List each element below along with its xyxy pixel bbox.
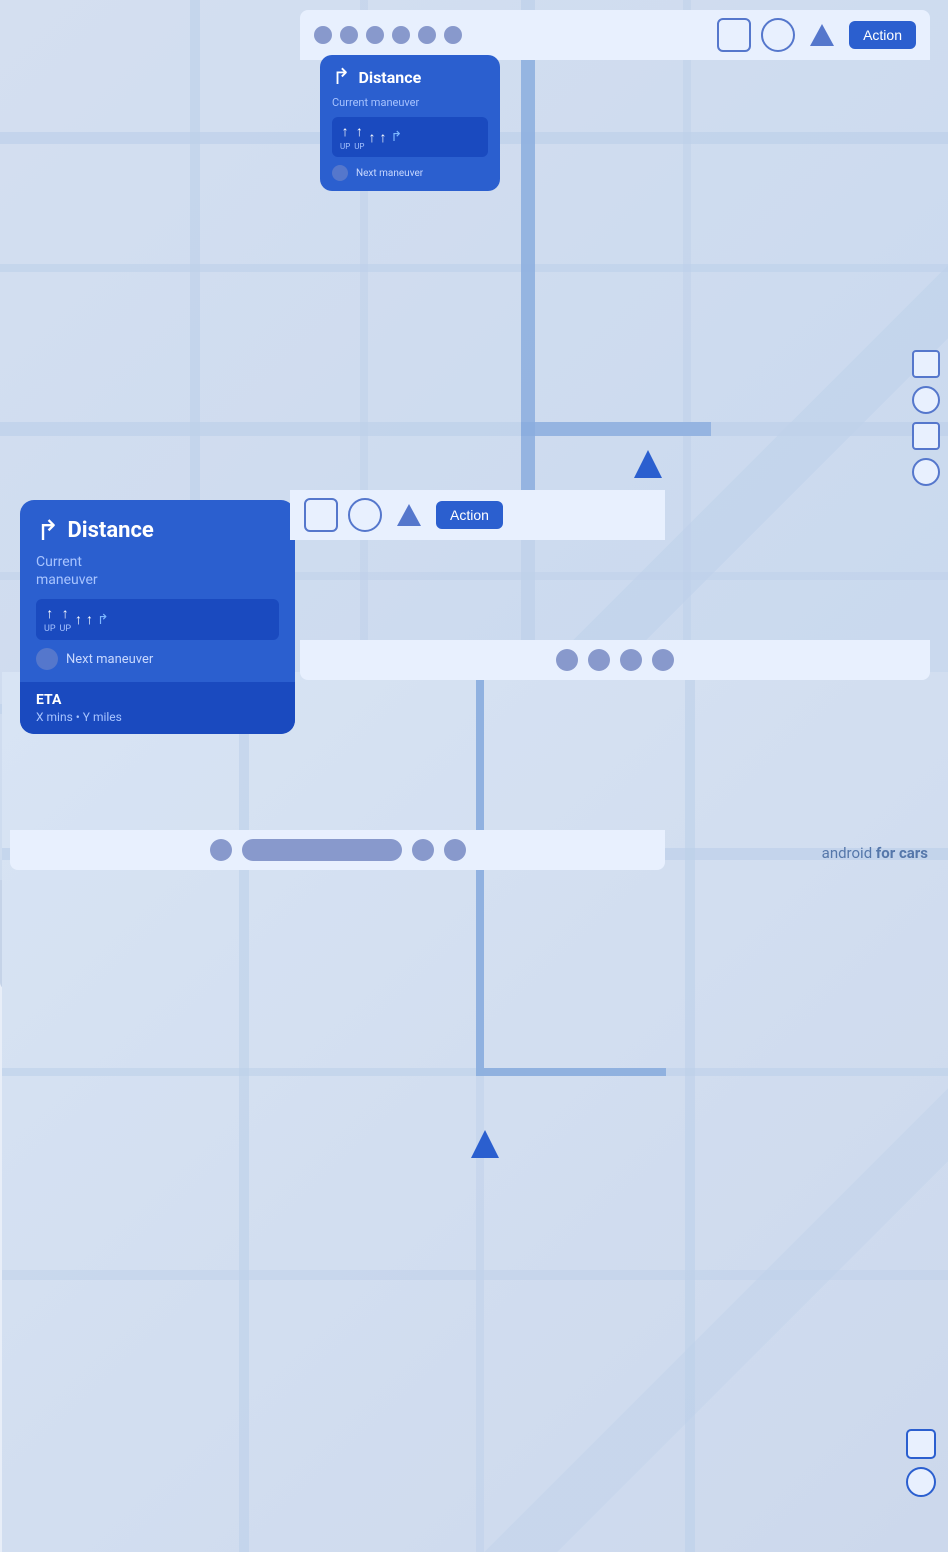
lane-2-small: ↑ UP: [354, 123, 364, 151]
large-header-circle-btn[interactable]: [761, 18, 795, 52]
small-header-circle-btn[interactable]: [348, 498, 382, 532]
lane-arrow-2: ↑: [356, 123, 363, 140]
header-dot-5: [418, 26, 436, 44]
lanes-row-small: ↑ UP ↑ UP ↑ ↑ ↱: [332, 117, 488, 157]
side-circle-2[interactable]: [912, 458, 940, 486]
lane-arrow-l5: ↱: [97, 612, 109, 628]
eta-bar: ETA X mins • Y miles: [20, 682, 295, 734]
nav-card-main: ↱ Distance Current maneuver ↑ UP ↑ UP ↑ …: [20, 500, 295, 682]
small-map-header: Action: [290, 490, 665, 540]
side-square-1[interactable]: [912, 350, 940, 378]
footer-dot-3: [620, 649, 642, 671]
nav-turn-icon-small: ↱: [332, 65, 350, 90]
next-maneuver-small: Next maneuver: [332, 165, 488, 181]
large-action-button[interactable]: Action: [849, 21, 916, 49]
header-dot-2: [340, 26, 358, 44]
side-circle-1[interactable]: [912, 386, 940, 414]
lane-5-large: ↱: [97, 612, 109, 628]
nav-turn-icon-large: ↱: [36, 514, 59, 547]
small-footer-dot-1: [210, 839, 232, 861]
lane-3-small: ↑: [368, 129, 375, 146]
large-header-triangle-btn[interactable]: [805, 18, 839, 52]
eta-detail: X mins • Y miles: [36, 710, 279, 724]
nav-maneuver-large: Current maneuver: [36, 553, 279, 589]
lane-2-large: ↑ UP: [60, 605, 72, 634]
small-map-footer: [10, 830, 665, 870]
lane-3-large: ↑: [75, 611, 82, 628]
nav-header-large: ↱ Distance: [36, 514, 279, 547]
nav-distance-large: Distance: [67, 518, 153, 543]
eta-title: ETA: [36, 692, 279, 708]
lane-arrow-1: ↑: [342, 123, 349, 140]
lane-arrow-l4: ↑: [86, 611, 93, 628]
large-map-footer: [300, 640, 930, 680]
side-square-2[interactable]: [912, 422, 940, 450]
lane-arrow-l1: ↑: [46, 605, 53, 622]
nav-distance-small: Distance: [358, 68, 421, 87]
branding: android for cars: [822, 844, 928, 862]
lane-arrow-l2: ↑: [62, 605, 69, 622]
small-header-triangle-btn[interactable]: [392, 498, 426, 532]
header-dot-1: [314, 26, 332, 44]
small-action-button[interactable]: Action: [436, 501, 503, 529]
side-controls: [912, 350, 940, 486]
small-footer-pill: [242, 839, 402, 861]
next-label-large: Next maneuver: [66, 652, 153, 667]
next-dot-small: [332, 165, 348, 181]
footer-dot-4: [652, 649, 674, 671]
large-header-square-btn[interactable]: [717, 18, 751, 52]
next-maneuver-large: Next maneuver: [36, 648, 279, 670]
nav-header-small: ↱ Distance: [332, 65, 488, 90]
large-map-header: Action: [300, 10, 930, 60]
next-label-small: Next maneuver: [356, 168, 423, 179]
small-footer-dot-2: [412, 839, 434, 861]
lane-1-small: ↑ UP: [340, 123, 350, 151]
footer-dot-1: [556, 649, 578, 671]
lane-label-1: UP: [340, 142, 350, 151]
lane-arrow-5: ↱: [390, 129, 402, 145]
triangle-icon-small: [397, 504, 421, 526]
nav-card-large: ↱ Distance Current maneuver ↑ UP ↑ UP ↑ …: [20, 500, 295, 734]
header-dots-large: [314, 26, 462, 44]
lane-4-large: ↑: [86, 611, 93, 628]
lane-arrow-4: ↑: [379, 129, 386, 146]
lane-1-large: ↑ UP: [44, 605, 56, 634]
lane-arrow-l3: ↑: [75, 611, 82, 628]
next-dot-large: [36, 648, 58, 670]
lane-4-small: ↑: [379, 129, 386, 146]
lanes-row-large: ↑ UP ↑ UP ↑ ↑ ↱: [36, 599, 279, 640]
lane-label-l2: UP: [60, 624, 72, 634]
header-dot-4: [392, 26, 410, 44]
triangle-icon: [810, 24, 834, 46]
footer-dot-2: [588, 649, 610, 671]
lane-arrow-3: ↑: [368, 129, 375, 146]
header-dot-6: [444, 26, 462, 44]
lane-5-small: ↱: [390, 129, 402, 145]
branding-prefix: android: [822, 844, 876, 862]
branding-suffix: for cars: [876, 844, 928, 862]
lane-label-l1: UP: [44, 624, 56, 634]
header-dot-3: [366, 26, 384, 44]
small-header-square-btn[interactable]: [304, 498, 338, 532]
nav-maneuver-small: Current maneuver: [332, 96, 488, 109]
nav-card-small: ↱ Distance Current maneuver ↑ UP ↑ UP ↑ …: [320, 55, 500, 191]
lane-label-2: UP: [354, 142, 364, 151]
small-footer-dot-3: [444, 839, 466, 861]
